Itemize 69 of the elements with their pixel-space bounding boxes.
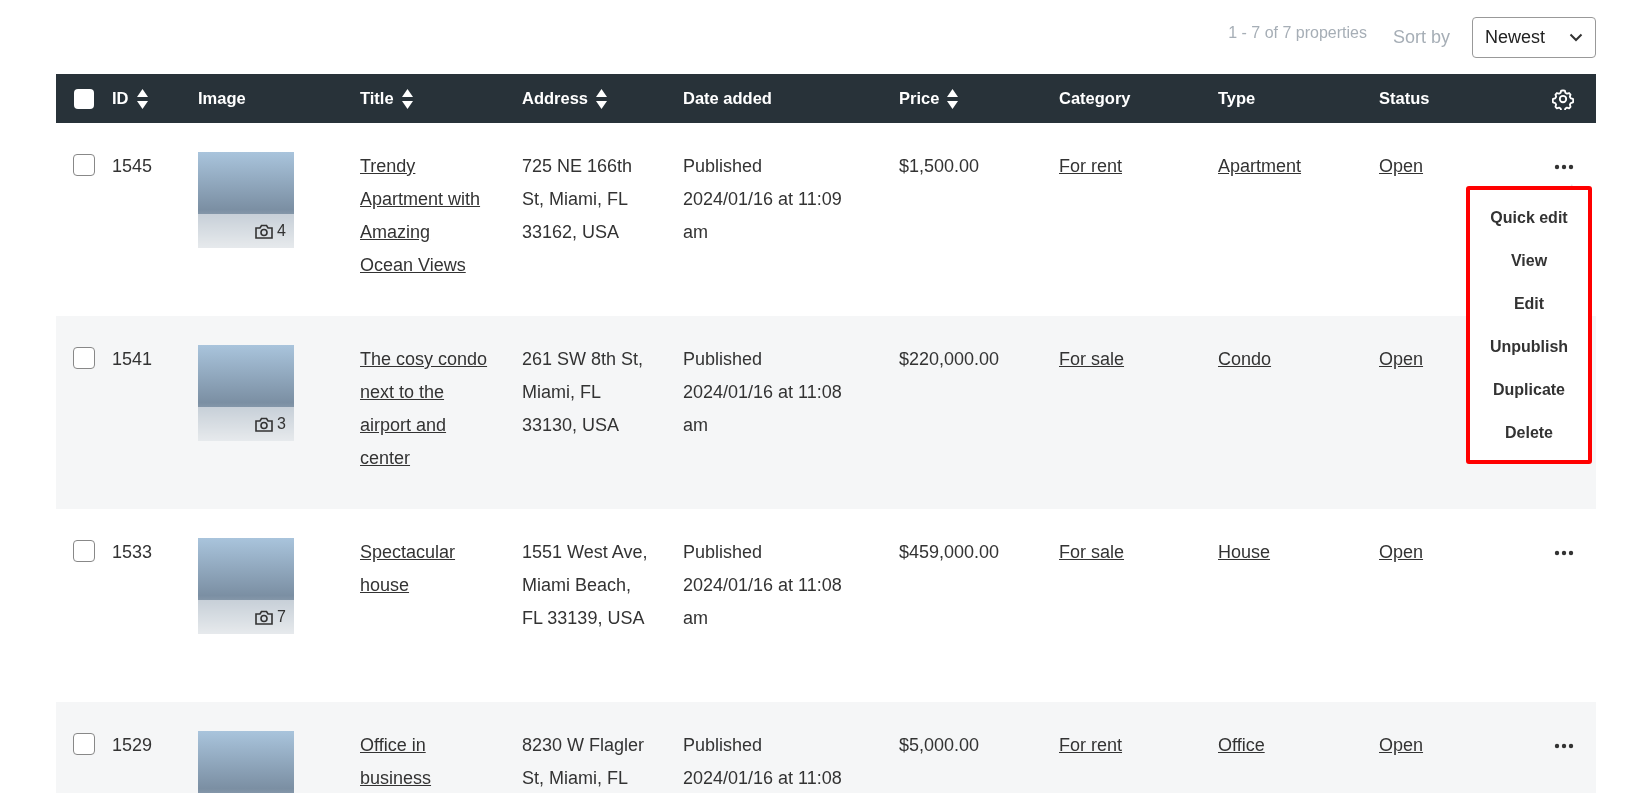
menu-item[interactable]: Edit (1470, 282, 1588, 325)
column-header[interactable]: Title (360, 88, 413, 109)
column-header: Date added (683, 89, 772, 108)
date-added-cell-text: Published 2024/01/16 at 11:08 am (683, 541, 843, 630)
column-header[interactable]: ID (112, 88, 148, 109)
more-icon[interactable] (1554, 550, 1574, 556)
status-link[interactable]: Open (1379, 536, 1424, 569)
id-cell-text: 1529 (112, 734, 153, 757)
column-header: Category (1059, 89, 1131, 108)
address-cell-text: 261 SW 8th St, Miami, FL 33130, USA (522, 348, 645, 437)
type-link[interactable]: House (1218, 536, 1271, 569)
column-header: Image (198, 89, 246, 108)
id-cell-text: 1541 (112, 348, 153, 371)
menu-item[interactable]: View (1470, 239, 1588, 282)
status-link[interactable]: Open (1379, 150, 1424, 183)
property-title-link[interactable]: The cosy condo next to the airport and center (360, 343, 488, 475)
sort-icon (947, 88, 959, 109)
column-header: Status (1379, 89, 1430, 108)
menu-item[interactable]: Unpublish (1470, 325, 1588, 368)
date-added-cell-text: Published 2024/01/16 at 11:08 am (683, 348, 843, 437)
sort-label: Sort by (1392, 26, 1450, 48)
date-added-cell-text: Published 2024/01/16 at 11:09 am (683, 155, 843, 244)
sort-icon (136, 88, 148, 109)
camera-icon (255, 223, 274, 239)
status-link[interactable]: Open (1379, 343, 1424, 376)
photo-count: 7 (277, 609, 286, 625)
photo-count: 3 (277, 416, 286, 432)
row-checkbox[interactable] (73, 154, 95, 176)
more-icon[interactable] (1554, 743, 1574, 749)
menu-item[interactable]: Quick edit (1470, 196, 1588, 239)
category-link[interactable]: For sale (1059, 343, 1125, 376)
row-checkbox[interactable] (73, 540, 95, 562)
sort-dropdown[interactable]: Newest (1471, 16, 1596, 58)
property-title-link[interactable]: Trendy Apartment with Amazing Ocean Views (360, 150, 488, 282)
row-checkbox[interactable] (73, 347, 95, 369)
camera-icon (255, 416, 274, 432)
column-header[interactable]: Address (522, 88, 608, 109)
sort-icon (401, 88, 413, 109)
price-cell-text: $459,000.00 (899, 541, 1000, 564)
row-checkbox[interactable] (73, 733, 95, 755)
sort-icon (596, 88, 608, 109)
results-count: 1 - 7 of 7 properties (1228, 24, 1367, 42)
category-link[interactable]: For sale (1059, 536, 1125, 569)
menu-item[interactable]: Delete (1470, 411, 1588, 454)
column-header[interactable]: Price (899, 88, 959, 109)
category-link[interactable]: For rent (1059, 150, 1123, 183)
type-link[interactable]: Office (1218, 729, 1265, 762)
settings-icon[interactable] (1552, 87, 1574, 110)
menu-item[interactable]: Duplicate (1470, 368, 1588, 411)
chevron-down-icon (1569, 32, 1583, 42)
type-link[interactable]: Apartment (1218, 150, 1302, 183)
address-cell-text: 8230 W Flagler St, Miami, FL (522, 734, 646, 790)
property-title-link[interactable]: Spectacular house (360, 536, 488, 602)
property-title-link[interactable]: Office in business (360, 729, 488, 793)
select-all-checkbox[interactable] (74, 88, 94, 109)
address-cell-text: 1551 West Ave, Miami Beach, FL 33139, USA (522, 541, 649, 630)
id-cell-text: 1533 (112, 541, 153, 564)
price-cell-text: $220,000.00 (899, 348, 1000, 371)
camera-icon (255, 609, 274, 625)
price-cell-text: $5,000.00 (899, 734, 980, 757)
column-header: Type (1218, 89, 1256, 108)
photo-count: 4 (277, 223, 286, 239)
price-cell-text: $1,500.00 (899, 155, 980, 178)
id-cell-text: 1545 (112, 155, 153, 178)
date-added-cell-text: Published 2024/01/16 at 11:08 (683, 734, 843, 790)
category-link[interactable]: For rent (1059, 729, 1123, 762)
status-link[interactable]: Open (1379, 729, 1424, 762)
type-link[interactable]: Condo (1218, 343, 1272, 376)
address-cell-text: 725 NE 166th St, Miami, FL 33162, USA (522, 155, 634, 244)
